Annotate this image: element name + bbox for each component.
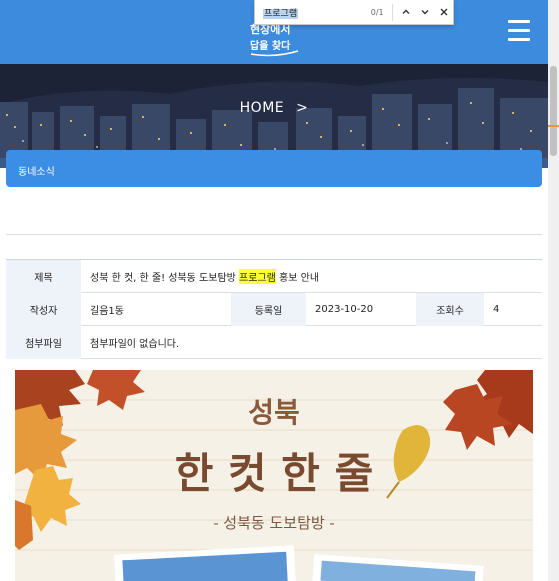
poster-line3: - 성북동 도보탐방 - bbox=[213, 514, 334, 532]
attachment-label: 첨부파일 bbox=[6, 326, 81, 359]
photo-frame-left bbox=[114, 545, 296, 581]
title-label: 제목 bbox=[6, 260, 81, 293]
table-row-title: 제목 성북 한 컷, 한 줄! 성북동 도보탐방 프로그램 홍보 안내 bbox=[6, 260, 542, 293]
find-bar: 프로그램 0/1 bbox=[254, 0, 454, 25]
poster-line1: 성북 bbox=[248, 396, 300, 429]
poster-line2: 한 컷 한 줄 bbox=[175, 449, 373, 498]
find-input[interactable]: 프로그램 bbox=[263, 6, 350, 19]
poster-artwork: 성북 한 컷 한 줄 - 성북동 도보탐방 - bbox=[15, 370, 533, 581]
section-title: 동네소식 bbox=[18, 167, 55, 178]
views-label: 조회수 bbox=[416, 293, 484, 326]
logo-line2: 답을 찾다 bbox=[250, 39, 291, 52]
author-label: 작성자 bbox=[6, 293, 81, 326]
chevron-up-icon[interactable] bbox=[397, 3, 416, 22]
divider bbox=[6, 234, 542, 235]
post-title-before: 성북 한 컷, 한 줄! 성북동 도보탐방 bbox=[90, 273, 240, 284]
scrollbar-thumb[interactable] bbox=[550, 66, 557, 156]
maple-leaf-icon-3 bbox=[443, 370, 533, 450]
date-label: 등록일 bbox=[231, 293, 306, 326]
post-title-highlight: 프로그램 bbox=[239, 269, 276, 284]
breadcrumb-home[interactable]: HOME bbox=[240, 100, 284, 116]
find-separator bbox=[391, 3, 393, 21]
section-title-bar: 동네소식 bbox=[6, 150, 542, 187]
maple-leaf-icon-2 bbox=[87, 370, 145, 410]
hamburger-icon[interactable] bbox=[508, 20, 530, 42]
post-title-after: 홍보 안내 bbox=[275, 273, 320, 284]
close-icon[interactable] bbox=[434, 3, 453, 22]
author-value: 길음1동 bbox=[90, 306, 124, 317]
find-match-count: 0/1 bbox=[370, 7, 384, 17]
post-title: 성북 한 컷, 한 줄! 성북동 도보탐방 프로그램 홍보 안내 bbox=[81, 260, 542, 293]
page-scrollbar[interactable] bbox=[548, 0, 559, 581]
photo-frame-right bbox=[312, 554, 484, 581]
breadcrumb-arrow-icon: > bbox=[296, 100, 309, 116]
table-row-meta: 작성자 길음1동 등록일 2023-10-20 조회수 4 bbox=[6, 293, 542, 326]
views-value: 4 bbox=[493, 304, 500, 315]
date-value: 2023-10-20 bbox=[315, 304, 374, 315]
find-query-text: 프로그램 bbox=[263, 8, 299, 19]
attachment-value: 첨부파일이 없습니다. bbox=[90, 339, 180, 350]
find-match-marker bbox=[548, 125, 559, 127]
poster-image: 성북 한 컷 한 줄 - 성북동 도보탐방 - bbox=[15, 370, 533, 581]
chevron-down-icon[interactable] bbox=[415, 3, 434, 22]
table-row-attachment: 첨부파일 첨부파일이 없습니다. bbox=[6, 326, 542, 359]
banner-breadcrumb: HOME > bbox=[0, 100, 548, 116]
ginkgo-leaf-icon bbox=[386, 425, 431, 499]
